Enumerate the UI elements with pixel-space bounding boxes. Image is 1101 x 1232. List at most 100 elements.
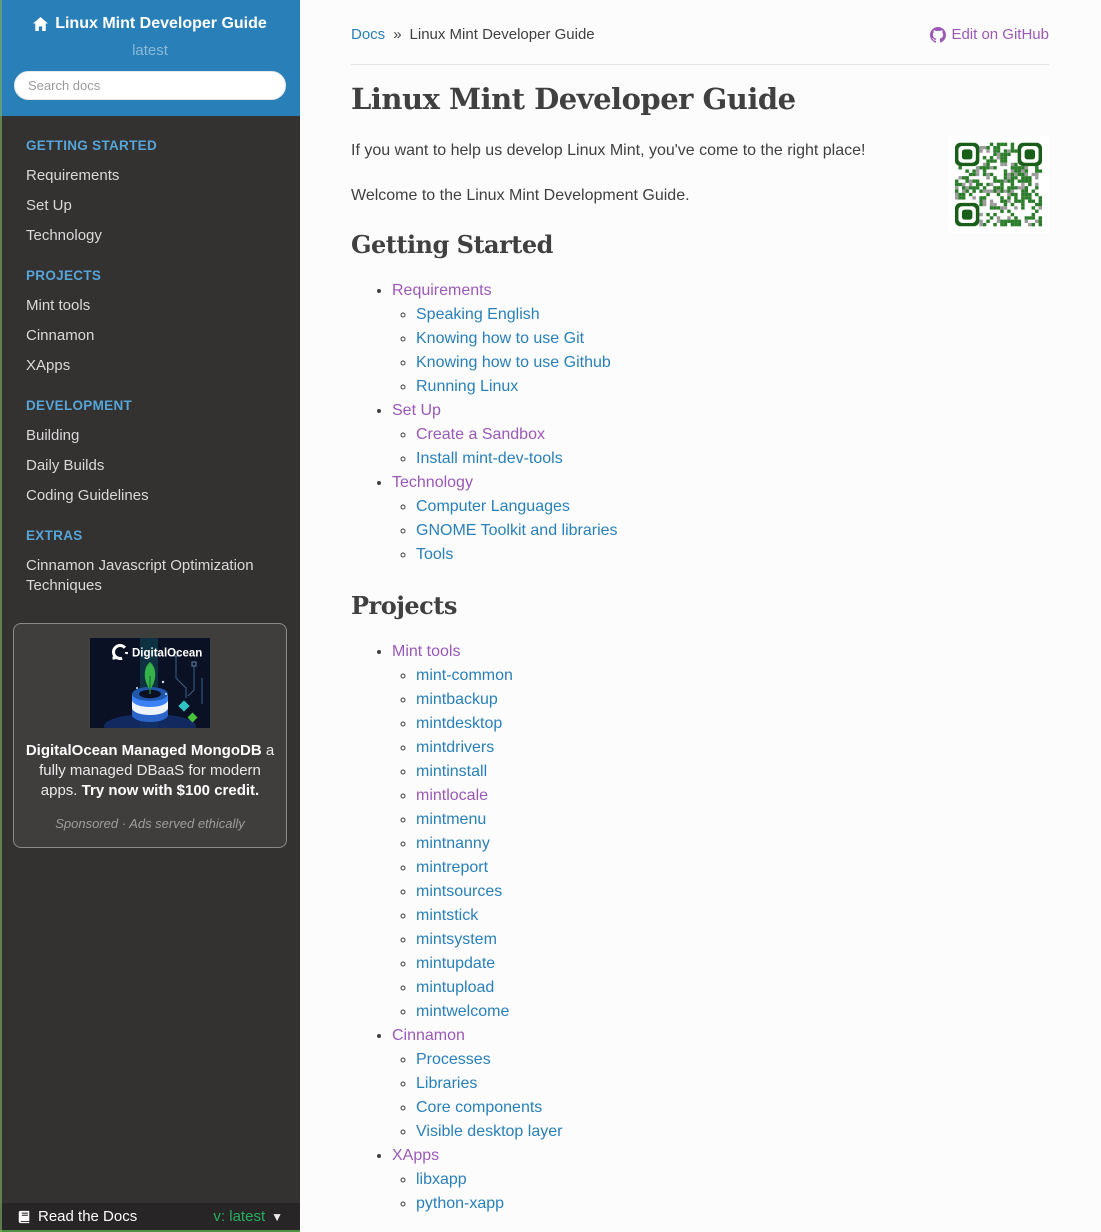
edit-on-github-label: Edit on GitHub — [951, 26, 1049, 43]
toc-subitem: mintsources — [416, 880, 1049, 904]
toc-link-requirements[interactable]: Requirements — [392, 282, 492, 299]
toc-subitem: mintupdate — [416, 952, 1049, 976]
toc-item: Mint tools mint-common mintbackup mintdeskt… — [392, 640, 1049, 1024]
nav-section-caption: GETTING STARTED — [26, 138, 157, 153]
toc-subitem: Knowing how to use Github — [416, 351, 1049, 375]
toc-link-mint-common[interactable]: mint-common — [416, 667, 513, 684]
project-home-link[interactable]: Linux Mint Developer Guide — [14, 15, 286, 33]
toc-link-set-up[interactable]: Set Up — [392, 402, 441, 419]
ad-title: DigitalOcean Managed MongoDB — [25, 742, 262, 759]
caret-down-icon: ▼ — [271, 1209, 283, 1224]
toc-link-mintsources[interactable]: mintsources — [416, 883, 502, 900]
toc-link-gnome-toolkit-and-libraries[interactable]: GNOME Toolkit and libraries — [416, 522, 618, 539]
toc-subitem: mintbackup — [416, 688, 1049, 712]
sidebar-item-building[interactable]: Building — [0, 421, 300, 451]
toc-link-python-xapp[interactable]: python-xapp — [416, 1195, 504, 1212]
version-switcher[interactable]: v: latest ▼ — [213, 1208, 283, 1225]
toc-sublist: mint-common mintbackup mintdesktop mintdriv… — [392, 664, 1049, 1024]
toc-link-cinnamon[interactable]: Cinnamon — [392, 1027, 465, 1044]
toc-sublist: Processes Libraries Core components Visible… — [392, 1048, 1049, 1144]
rtd-label-text: Read the Docs — [38, 1208, 138, 1225]
toc-link-tools[interactable]: Tools — [416, 546, 453, 563]
toc-link-install-mint-dev-tools[interactable]: Install mint-dev-tools — [416, 450, 563, 467]
toc-link-mintdesktop[interactable]: mintdesktop — [416, 715, 502, 732]
toc-link-libxapp[interactable]: libxapp — [416, 1171, 467, 1188]
toc-sections: Getting Started Requirements Speaking Engl… — [351, 230, 1049, 1216]
toc-link-mintnanny[interactable]: mintnanny — [416, 835, 490, 852]
sidebar-item-coding-guidelines[interactable]: Coding Guidelines — [0, 481, 300, 511]
document-content: Docs » Linux Mint Developer Guide Edit o… — [300, 0, 1101, 1216]
toc-sublist: Speaking English Knowing how to use Git Kn… — [392, 303, 1049, 399]
toc-link-core-components[interactable]: Core components — [416, 1099, 542, 1116]
toc-link-mintlocale[interactable]: mintlocale — [416, 787, 488, 804]
sidebar-item-cinnamon-javascript-optimization-techniques[interactable]: Cinnamon Javascript Optimization Techniq… — [0, 551, 300, 601]
toc-subitem: Processes — [416, 1048, 1049, 1072]
toc-item: Requirements Speaking English Knowing how … — [392, 279, 1049, 399]
toc-subitem: Core components — [416, 1096, 1049, 1120]
read-the-docs-link[interactable]: Read the Docs — [17, 1208, 137, 1225]
toc-link-mintdrivers[interactable]: mintdrivers — [416, 739, 494, 756]
toc-item: Cinnamon Processes Libraries Core component… — [392, 1024, 1049, 1144]
rtd-version-bar: Read the Docs v: latest ▼ — [0, 1203, 300, 1232]
sidebar-item-xapps[interactable]: XApps — [0, 351, 300, 381]
toc-subitem: mintdrivers — [416, 736, 1049, 760]
toc-link-computer-languages[interactable]: Computer Languages — [416, 498, 570, 515]
toc-subitem: GNOME Toolkit and libraries — [416, 519, 1049, 543]
toc-subitem: Speaking English — [416, 303, 1049, 327]
toc-item: Technology Computer Languages GNOME Toolki… — [392, 471, 1049, 567]
toc-subitem: mintsystem — [416, 928, 1049, 952]
sidebar-item-set-up[interactable]: Set Up — [0, 191, 300, 221]
toc-subitem: mint-common — [416, 664, 1049, 688]
toc-link-libraries[interactable]: Libraries — [416, 1075, 477, 1092]
github-icon — [930, 26, 947, 43]
toc-link-mintreport[interactable]: mintreport — [416, 859, 488, 876]
toc-link-mintinstall[interactable]: mintinstall — [416, 763, 487, 780]
sidebar-item-mint-tools[interactable]: Mint tools — [0, 291, 300, 321]
toc-link-create-a-sandbox[interactable]: Create a Sandbox — [416, 426, 545, 443]
toc-subitem: Install mint-dev-tools — [416, 447, 1049, 471]
toc-subitem: Tools — [416, 543, 1049, 567]
sidebar-item-cinnamon[interactable]: Cinnamon — [0, 321, 300, 351]
qr-code-image — [948, 136, 1049, 233]
toc-link-running-linux[interactable]: Running Linux — [416, 378, 518, 395]
toc-link-mintupload[interactable]: mintupload — [416, 979, 494, 996]
sidebar-item-daily-builds[interactable]: Daily Builds — [0, 451, 300, 481]
toc-link-mintwelcome[interactable]: mintwelcome — [416, 1003, 509, 1020]
nav-section-caption: EXTRAS — [26, 528, 83, 543]
toc-subitem: mintreport — [416, 856, 1049, 880]
toc-subitem: Computer Languages — [416, 495, 1049, 519]
toc-link-xapps[interactable]: XApps — [392, 1147, 439, 1164]
ad-cta: Try now with $100 credit. — [81, 782, 260, 799]
toc-list: Mint tools mint-common mintbackup mintdeskt… — [351, 640, 1049, 1216]
toc-link-processes[interactable]: Processes — [416, 1051, 491, 1068]
toc-subitem: mintwelcome — [416, 1000, 1049, 1024]
toc-link-mintbackup[interactable]: mintbackup — [416, 691, 498, 708]
toc-link-technology[interactable]: Technology — [392, 474, 473, 491]
nav-section-caption: PROJECTS — [26, 268, 102, 283]
sidebar-item-technology[interactable]: Technology — [0, 221, 300, 251]
toc-subitem: mintnanny — [416, 832, 1049, 856]
toc-link-mintsystem[interactable]: mintsystem — [416, 931, 497, 948]
toc-link-knowing-how-to-use-git[interactable]: Knowing how to use Git — [416, 330, 584, 347]
ad-text: DigitalOcean Managed MongoDB a fully man… — [24, 741, 276, 801]
toc-link-visible-desktop-layer[interactable]: Visible desktop layer — [416, 1123, 562, 1140]
toc-link-mintupdate[interactable]: mintupdate — [416, 955, 495, 972]
home-icon — [33, 17, 49, 31]
search-input[interactable] — [14, 71, 286, 100]
breadcrumb-separator: » — [393, 26, 402, 43]
version-label: latest — [132, 42, 168, 59]
sidebar-nav: GETTING STARTED Requirements Set Up Technol… — [0, 116, 300, 601]
sidebar-item-requirements[interactable]: Requirements — [0, 161, 300, 191]
toc-subitem: Knowing how to use Git — [416, 327, 1049, 351]
toc-link-mint-tools[interactable]: Mint tools — [392, 643, 460, 660]
toc-list: Requirements Speaking English Knowing how … — [351, 279, 1049, 567]
toc-link-mintmenu[interactable]: mintmenu — [416, 811, 486, 828]
breadcrumb-current: Linux Mint Developer Guide — [409, 26, 595, 43]
toc-link-speaking-english[interactable]: Speaking English — [416, 306, 540, 323]
toc-subitem: Visible desktop layer — [416, 1120, 1049, 1144]
sidebar-ad[interactable]: DigitalOcean DigitalOcean Managed MongoD… — [13, 623, 287, 848]
toc-link-knowing-how-to-use-github[interactable]: Knowing how to use Github — [416, 354, 611, 371]
edit-on-github-link[interactable]: Edit on GitHub — [930, 26, 1049, 43]
toc-link-mintstick[interactable]: mintstick — [416, 907, 478, 924]
breadcrumb-docs-link[interactable]: Docs — [351, 26, 385, 43]
